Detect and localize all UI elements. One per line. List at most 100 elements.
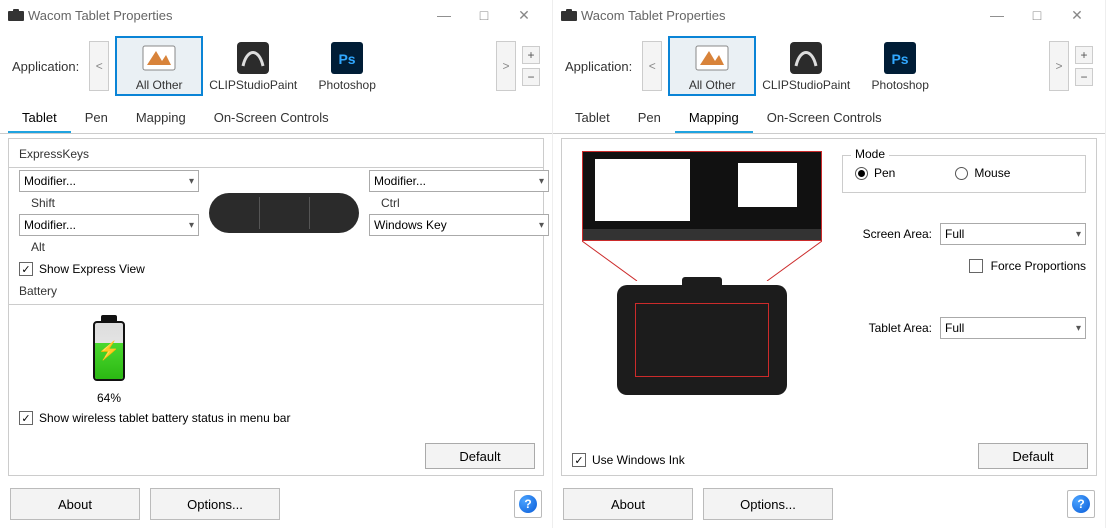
tab-onscreen-controls[interactable]: On-Screen Controls — [753, 104, 896, 133]
tab-mapping[interactable]: Mapping — [675, 104, 753, 133]
show-express-view-row[interactable]: ✓ Show Express View — [19, 262, 533, 276]
use-windows-ink-row[interactable]: ✓ Use Windows Ink — [572, 453, 685, 467]
app-item-label: All Other — [689, 78, 736, 92]
app-plus-minus: + − — [522, 46, 540, 86]
radio-icon — [855, 167, 868, 180]
checkbox-icon: ✓ — [572, 453, 586, 467]
application-label: Application: — [565, 59, 632, 74]
wacom-app-icon — [561, 7, 577, 23]
photoshop-icon: Ps — [329, 40, 365, 76]
app-item-all-other[interactable]: All Other — [115, 36, 203, 96]
tab-pen[interactable]: Pen — [71, 104, 122, 133]
mode-mouse-radio[interactable]: Mouse — [955, 166, 1010, 180]
tab-mapping[interactable]: Mapping — [122, 104, 200, 133]
tab-tablet[interactable]: Tablet — [561, 104, 624, 133]
mapping-tab-content: Mode Pen Mouse Screen Area: — [561, 138, 1097, 476]
app-item-photoshop[interactable]: Ps Photoshop — [856, 38, 944, 94]
app-scroll-right[interactable]: > — [1049, 41, 1069, 91]
help-button[interactable]: ? — [1067, 490, 1095, 518]
titlebar: Wacom Tablet Properties — □ ✕ — [553, 0, 1105, 30]
application-strip: Application: < All Other CLIPStudioPaint… — [553, 30, 1105, 104]
force-proportions-row[interactable]: Force Proportions — [842, 259, 1086, 273]
tab-onscreen-controls[interactable]: On-Screen Controls — [200, 104, 343, 133]
tablet-area-combo[interactable]: Full ▾ — [940, 317, 1086, 339]
tab-tablet[interactable]: Tablet — [8, 104, 71, 133]
app-item-clipstudio[interactable]: CLIPStudioPaint — [762, 38, 850, 94]
expresskey-3-combo[interactable]: Modifier... ▾ — [369, 170, 549, 192]
expresskeys-grid: Modifier... ▾ Shift Modifier... ▾ Alt Mo… — [19, 170, 533, 256]
about-button[interactable]: About — [563, 488, 693, 520]
app-scroll-right[interactable]: > — [496, 41, 516, 91]
app-item-all-other[interactable]: All Other — [668, 36, 756, 96]
window-title: Wacom Tablet Properties — [577, 8, 977, 23]
default-button[interactable]: Default — [425, 443, 535, 469]
checkbox-label: Show Express View — [39, 262, 145, 276]
expresskey-1-combo[interactable]: Modifier... ▾ — [19, 170, 199, 192]
tab-bar: Tablet Pen Mapping On-Screen Controls — [0, 104, 552, 134]
window-controls: — □ ✕ — [977, 1, 1097, 29]
battery-area: ⚡ 64% — [19, 311, 199, 405]
all-other-icon — [141, 40, 177, 76]
app-scroll-left[interactable]: < — [89, 41, 109, 91]
tab-pen[interactable]: Pen — [624, 104, 675, 133]
combo-label: Modifier... — [24, 174, 76, 188]
projection-lines — [582, 241, 822, 281]
window-tablet-tab: Wacom Tablet Properties — □ ✕ Applicatio… — [0, 0, 553, 528]
app-scroll-left[interactable]: < — [642, 41, 662, 91]
app-item-label: Photoshop — [872, 78, 929, 92]
chevron-down-icon: ▾ — [1076, 323, 1081, 334]
app-add-button[interactable]: + — [1075, 46, 1093, 64]
tab-bar: Tablet Pen Mapping On-Screen Controls — [553, 104, 1105, 134]
mode-pen-radio[interactable]: Pen — [855, 166, 895, 180]
mapping-visual — [572, 145, 832, 465]
tablet-area-row: Tablet Area: Full ▾ — [842, 317, 1086, 339]
battery-group-label: Battery — [19, 284, 533, 298]
checkbox-icon — [969, 259, 983, 273]
chevron-down-icon: ▾ — [539, 176, 544, 187]
radio-label: Mouse — [974, 166, 1010, 180]
screen-area-row: Screen Area: Full ▾ — [842, 223, 1086, 245]
help-button[interactable]: ? — [514, 490, 542, 518]
about-button[interactable]: About — [10, 488, 140, 520]
minimize-button[interactable]: — — [424, 1, 464, 29]
close-button[interactable]: ✕ — [504, 1, 544, 29]
expresskey-4-combo[interactable]: Windows Key ▾ — [369, 214, 549, 236]
app-remove-button[interactable]: − — [1075, 68, 1093, 86]
show-battery-status-row[interactable]: ✓ Show wireless tablet battery status in… — [19, 411, 533, 425]
clipstudio-icon — [235, 40, 271, 76]
battery-percent-label: 64% — [97, 391, 121, 405]
clipstudio-icon — [788, 40, 824, 76]
screen-area-preview[interactable] — [582, 151, 822, 241]
expresskey-2-combo[interactable]: Modifier... ▾ — [19, 214, 199, 236]
app-item-label: CLIPStudioPaint — [209, 78, 297, 92]
minimize-button[interactable]: — — [977, 1, 1017, 29]
app-add-button[interactable]: + — [522, 46, 540, 64]
mapping-controls: Mode Pen Mouse Screen Area: — [842, 145, 1086, 465]
radio-label: Pen — [874, 166, 895, 180]
maximize-button[interactable]: □ — [1017, 1, 1057, 29]
default-button[interactable]: Default — [978, 443, 1088, 469]
screen-area-combo[interactable]: Full ▾ — [940, 223, 1086, 245]
chevron-down-icon: ▾ — [189, 220, 194, 231]
app-item-label: Photoshop — [319, 78, 376, 92]
application-label: Application: — [12, 59, 79, 74]
combo-value: Full — [945, 227, 964, 241]
app-item-photoshop[interactable]: Ps Photoshop — [303, 38, 391, 94]
app-item-clipstudio[interactable]: CLIPStudioPaint — [209, 38, 297, 94]
options-button[interactable]: Options... — [150, 488, 280, 520]
screen-area-label: Screen Area: — [842, 227, 932, 241]
all-other-icon — [694, 40, 730, 76]
help-icon: ? — [1072, 495, 1090, 513]
application-strip: Application: < All Other CLIPStudioPaint… — [0, 30, 552, 104]
svg-text:Ps: Ps — [339, 51, 356, 67]
window-mapping-tab: Wacom Tablet Properties — □ ✕ Applicatio… — [553, 0, 1106, 528]
maximize-button[interactable]: □ — [464, 1, 504, 29]
tablet-area-preview[interactable] — [617, 285, 787, 395]
combo-label: Modifier... — [24, 218, 76, 232]
options-button[interactable]: Options... — [703, 488, 833, 520]
combo-label: Windows Key — [374, 218, 447, 232]
app-remove-button[interactable]: − — [522, 68, 540, 86]
window-controls: — □ ✕ — [424, 1, 544, 29]
close-button[interactable]: ✕ — [1057, 1, 1097, 29]
combo-label: Modifier... — [374, 174, 426, 188]
